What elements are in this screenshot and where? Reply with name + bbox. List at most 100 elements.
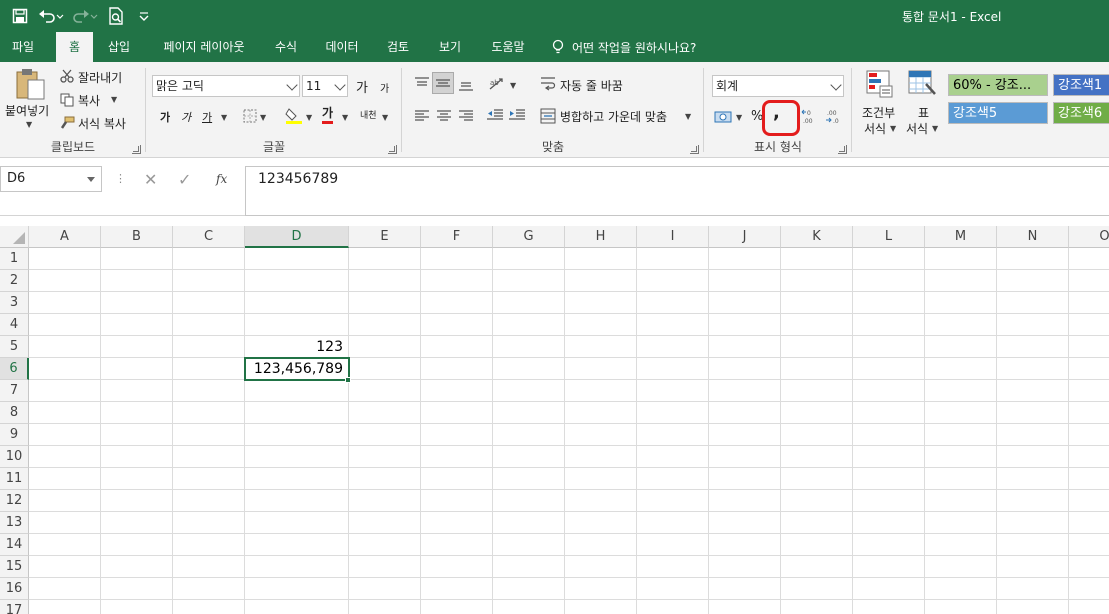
- format-as-table-label-1[interactable]: 표: [918, 104, 929, 121]
- conditional-formatting-icon[interactable]: [866, 70, 894, 101]
- row-header-7[interactable]: 7: [0, 380, 29, 402]
- column-header-H[interactable]: H: [565, 226, 637, 248]
- tab-help[interactable]: 도움말: [482, 32, 534, 62]
- cell-style-tile-accent1[interactable]: 강조색1: [1053, 74, 1109, 96]
- orientation-icon[interactable]: ab: [488, 76, 508, 95]
- row-header-8[interactable]: 8: [0, 402, 29, 424]
- conditional-formatting-dropdown-icon[interactable]: ▼: [890, 124, 896, 133]
- align-middle-icon[interactable]: [432, 72, 454, 94]
- row-header-6[interactable]: 6: [0, 358, 29, 380]
- row-header-5[interactable]: 5: [0, 336, 29, 358]
- shrink-font-button[interactable]: 가: [380, 80, 389, 95]
- paste-dropdown-icon[interactable]: ▼: [26, 120, 32, 129]
- column-header-C[interactable]: C: [173, 226, 245, 248]
- cell-style-tile-accent5[interactable]: 강조색5: [948, 102, 1048, 124]
- paste-label[interactable]: 붙여넣기: [5, 102, 49, 119]
- format-as-table-dropdown-icon[interactable]: ▼: [932, 124, 938, 133]
- font-launcher-icon[interactable]: [388, 145, 397, 154]
- name-box-dropdown-icon[interactable]: [87, 177, 95, 182]
- decrease-decimal-icon[interactable]: .00.0: [824, 108, 844, 127]
- customize-icon[interactable]: [132, 5, 156, 27]
- row-header-4[interactable]: 4: [0, 314, 29, 336]
- column-header-K[interactable]: K: [781, 226, 853, 248]
- underline-dropdown-icon[interactable]: ▼: [221, 113, 227, 122]
- format-as-table-icon[interactable]: [908, 70, 938, 101]
- fill-color-icon[interactable]: [285, 106, 303, 127]
- merge-dropdown-icon[interactable]: ▼: [685, 112, 691, 121]
- cut-label[interactable]: 잘라내기: [78, 69, 122, 86]
- row-header-1[interactable]: 1: [0, 248, 29, 270]
- font-size-combo[interactable]: 11: [302, 75, 348, 97]
- row-header-17[interactable]: 17: [0, 600, 29, 614]
- phonetic-button[interactable]: 내천: [360, 108, 377, 121]
- row-header-11[interactable]: 11: [0, 468, 29, 490]
- align-center-icon[interactable]: [436, 109, 452, 126]
- merge-center-label[interactable]: 병합하고 가운데 맞춤: [560, 108, 667, 125]
- column-header-L[interactable]: L: [853, 226, 925, 248]
- cell-D5[interactable]: 123: [245, 336, 349, 358]
- column-header-M[interactable]: M: [925, 226, 997, 248]
- grow-font-button[interactable]: 가: [356, 77, 368, 96]
- row-header-2[interactable]: 2: [0, 270, 29, 292]
- wrap-text-icon[interactable]: [540, 76, 556, 95]
- paste-icon[interactable]: [14, 68, 48, 103]
- row-header-10[interactable]: 10: [0, 446, 29, 468]
- borders-dropdown-icon[interactable]: ▼: [260, 113, 266, 122]
- row-header-16[interactable]: 16: [0, 578, 29, 600]
- format-as-table-label-2[interactable]: 서식: [906, 120, 928, 137]
- underline-button[interactable]: 가: [202, 109, 212, 125]
- column-header-F[interactable]: F: [421, 226, 493, 248]
- print-preview-icon[interactable]: [104, 5, 128, 27]
- format-painter-icon[interactable]: [60, 116, 75, 134]
- tab-data[interactable]: 데이터: [318, 32, 366, 62]
- tab-review[interactable]: 검토: [378, 32, 418, 62]
- column-header-E[interactable]: E: [349, 226, 421, 248]
- alignment-launcher-icon[interactable]: [690, 145, 699, 154]
- italic-button[interactable]: 가: [181, 109, 191, 125]
- copy-icon[interactable]: [60, 93, 74, 110]
- row-header-14[interactable]: 14: [0, 534, 29, 556]
- fill-color-dropdown-icon[interactable]: ▼: [306, 113, 312, 122]
- merge-center-icon[interactable]: [540, 108, 556, 127]
- wrap-text-label[interactable]: 자동 줄 바꿈: [560, 77, 623, 94]
- row-header-13[interactable]: 13: [0, 512, 29, 534]
- accounting-format-icon[interactable]: [714, 109, 734, 128]
- align-top-icon[interactable]: [414, 76, 430, 93]
- redo-icon[interactable]: [70, 5, 100, 27]
- copy-dropdown-icon[interactable]: ▼: [111, 95, 117, 104]
- row-header-15[interactable]: 15: [0, 556, 29, 578]
- formula-input[interactable]: 123456789: [245, 166, 1109, 216]
- copy-label[interactable]: 복사: [78, 92, 100, 109]
- bold-button[interactable]: 가: [160, 109, 170, 125]
- cancel-icon[interactable]: ✕: [144, 170, 157, 189]
- column-header-N[interactable]: N: [997, 226, 1069, 248]
- tab-page-layout[interactable]: 페이지 레이아웃: [152, 32, 256, 62]
- fill-handle[interactable]: [345, 377, 351, 383]
- number-format-combo[interactable]: 회계: [712, 75, 844, 97]
- worksheet-grid[interactable]: ABCDEFGHIJKLMNO 1 2 3 4 5 6 7 8 9 10 11 12 13 14 15 16 1…: [0, 226, 1109, 614]
- font-color-dropdown-icon[interactable]: ▼: [342, 113, 348, 122]
- increase-indent-icon[interactable]: [508, 108, 526, 125]
- enter-icon[interactable]: ✓: [178, 170, 191, 189]
- column-header-J[interactable]: J: [709, 226, 781, 248]
- accounting-dropdown-icon[interactable]: ▼: [736, 113, 742, 122]
- font-name-combo[interactable]: 맑은 고딕: [152, 75, 300, 97]
- column-header-D[interactable]: D: [245, 226, 349, 248]
- column-header-O[interactable]: O: [1069, 226, 1109, 248]
- cut-icon[interactable]: [60, 69, 74, 86]
- row-header-3[interactable]: 3: [0, 292, 29, 314]
- select-all-corner[interactable]: [0, 226, 29, 248]
- increase-decimal-icon[interactable]: 0.00: [800, 108, 820, 127]
- tab-insert[interactable]: 삽입: [98, 32, 140, 62]
- undo-icon[interactable]: [36, 5, 66, 27]
- tab-formulas[interactable]: 수식: [266, 32, 306, 62]
- row-header-9[interactable]: 9: [0, 424, 29, 446]
- cell-style-tile-accent6[interactable]: 강조색6: [1053, 102, 1109, 124]
- clipboard-launcher-icon[interactable]: [132, 145, 141, 154]
- orientation-dropdown-icon[interactable]: ▼: [510, 81, 516, 90]
- tell-me-search[interactable]: 어떤 작업을 원하시나요?: [552, 32, 696, 62]
- cell-style-tile-60-accent[interactable]: 60% - 강조...: [948, 74, 1048, 96]
- phonetic-dropdown-icon[interactable]: ▼: [382, 113, 388, 122]
- column-header-I[interactable]: I: [637, 226, 709, 248]
- tab-file[interactable]: 파일: [0, 32, 46, 62]
